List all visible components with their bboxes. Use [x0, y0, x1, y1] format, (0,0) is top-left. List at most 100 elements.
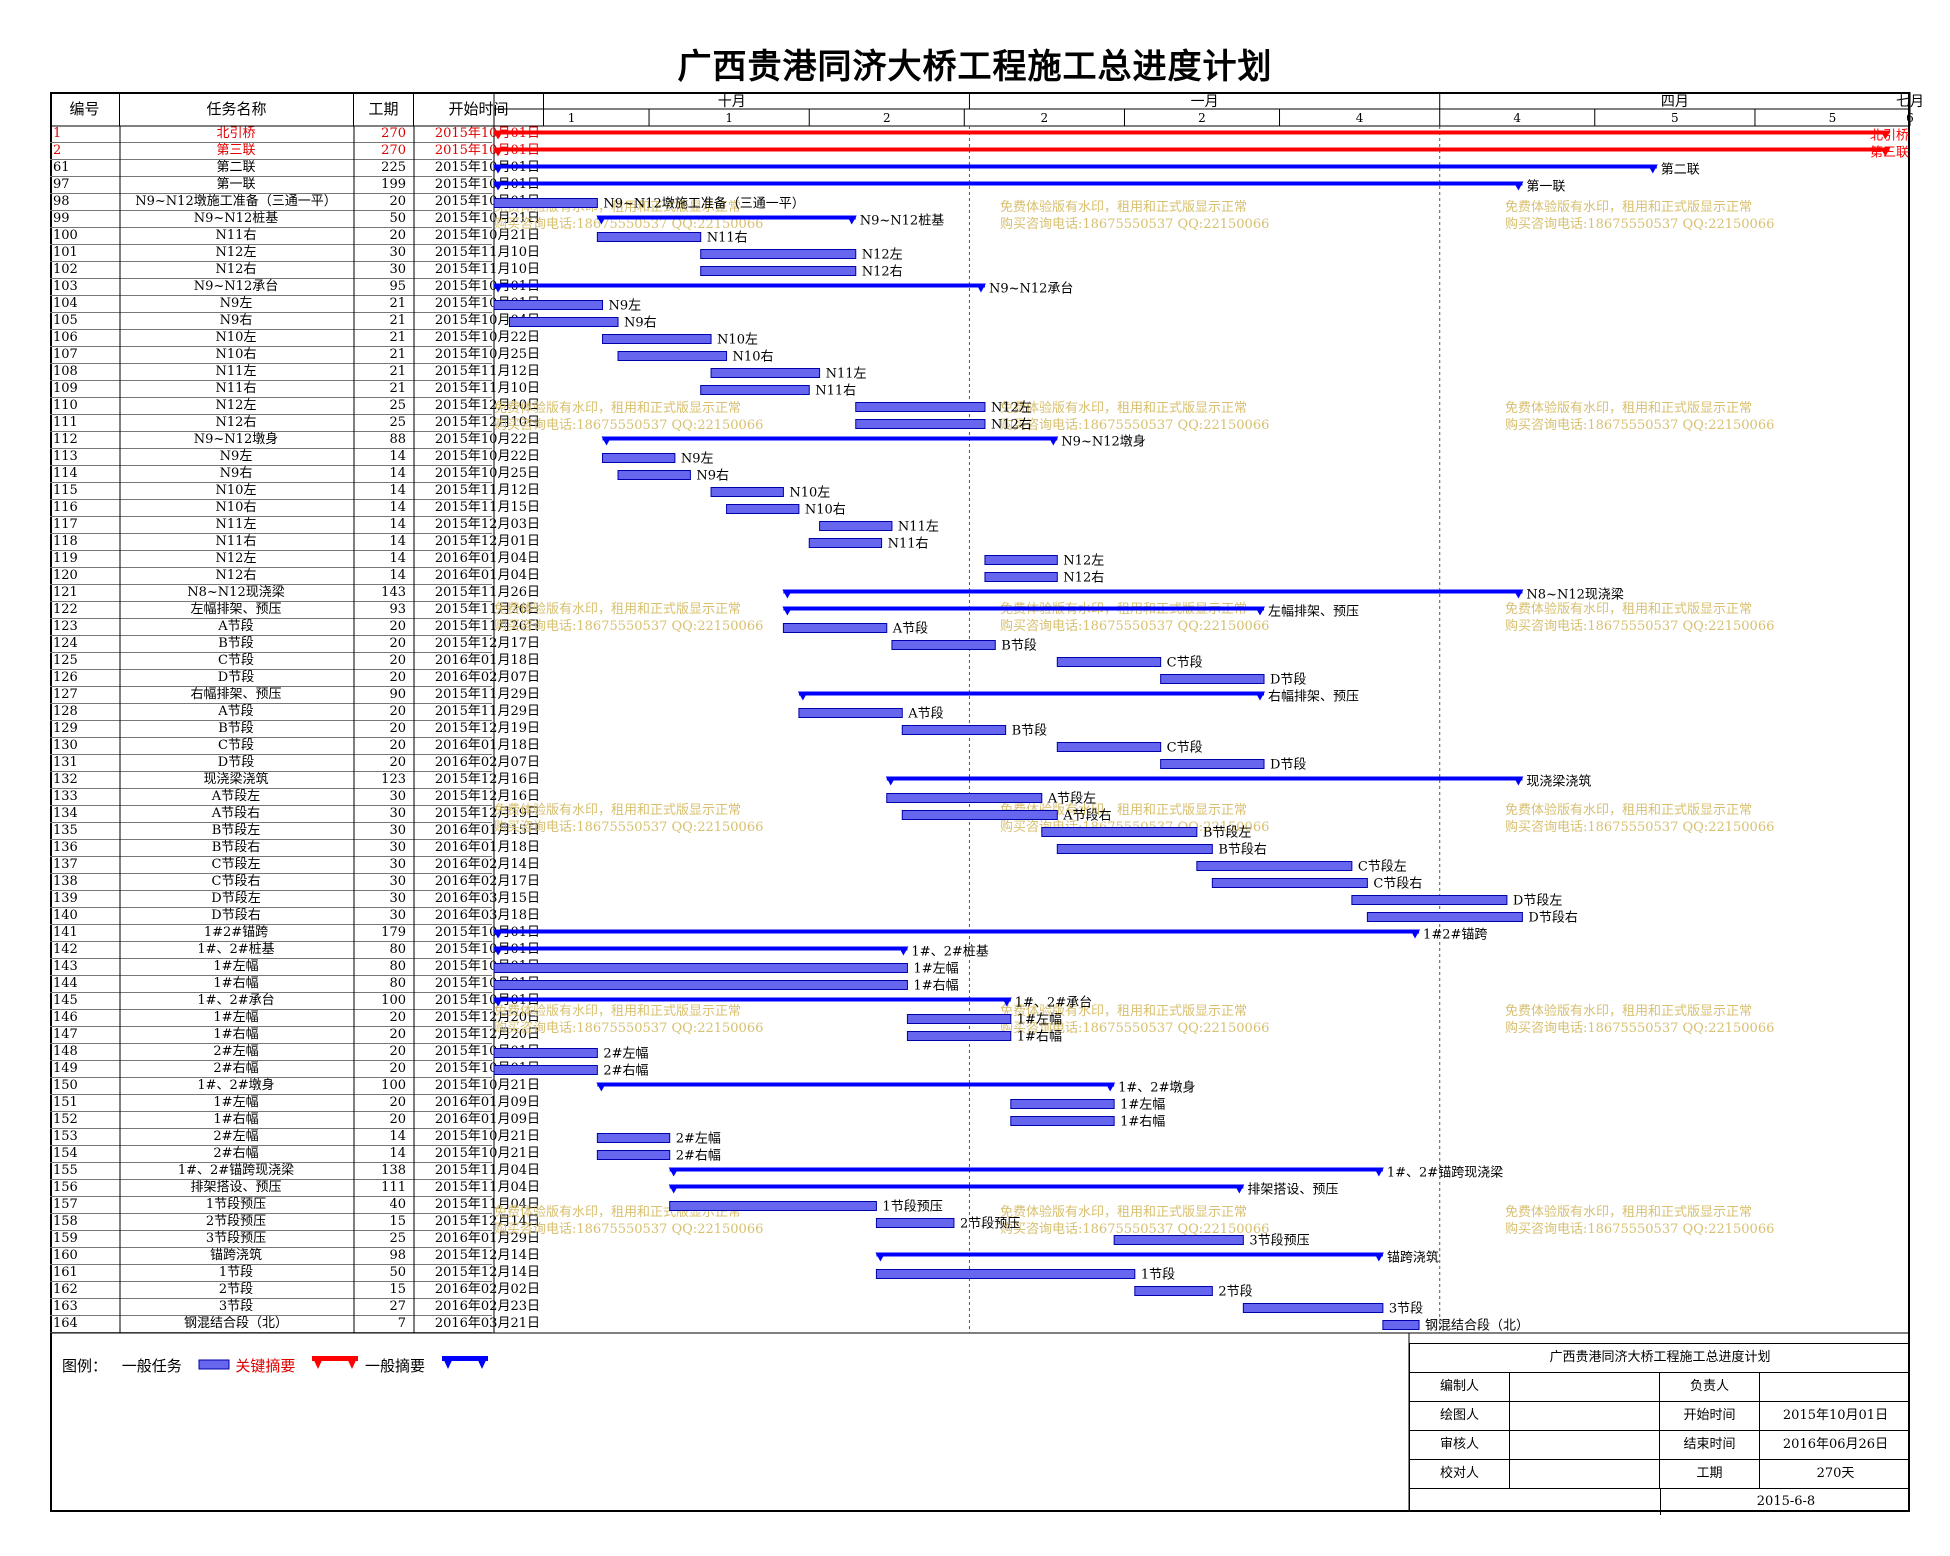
legend-prefix: 图例： [62, 1357, 108, 1375]
title-block-footer: 2015-6-8 [1410, 1489, 1910, 1515]
bar-label: N12左 [862, 248, 903, 263]
summary-start-marker [596, 1082, 607, 1092]
bar-label: N8~N12现浇梁 [1526, 588, 1623, 603]
task-bar [493, 1065, 598, 1075]
bar-label: N9~N12墩施工准备（三通一平） [603, 196, 804, 212]
summary-bar [494, 181, 1523, 186]
bar-label: 第三联 [1870, 146, 1909, 161]
summary-end-marker [898, 946, 909, 956]
task-bar [1196, 861, 1353, 871]
bar-label: D节段 [1270, 758, 1306, 773]
summary-end-marker [1255, 606, 1266, 616]
summary-bar [494, 283, 985, 288]
summary-end-marker [1048, 436, 1059, 446]
bar-label: N10右 [805, 503, 846, 518]
bar-label: 第一联 [1526, 180, 1565, 195]
summary-start-marker [668, 1184, 679, 1194]
info-value: 2016年06月26日 [1782, 1437, 1889, 1452]
summary-end-marker [1513, 181, 1524, 191]
task-bar [710, 487, 784, 497]
task-bar [1351, 895, 1508, 905]
info-value [1510, 1460, 1660, 1488]
legend-task-swatch [197, 1355, 231, 1377]
watermark-text: 购买咨询电话:18675550537 QQ:22150066 [1505, 618, 1774, 634]
task-bar [596, 1133, 671, 1143]
task-bar [669, 1201, 877, 1211]
bar-label: D节段右 [1528, 911, 1577, 926]
bar-label: N12右 [862, 265, 903, 280]
summary-bar [494, 147, 1890, 152]
summary-start-marker [782, 606, 793, 616]
summary-end-marker [1647, 164, 1658, 174]
task-bar [493, 198, 598, 208]
summary-bar [494, 946, 908, 951]
task-bar [1211, 878, 1368, 888]
bar-label: 锚跨浇筑 [1387, 1250, 1439, 1266]
unit-label: 2 [1041, 111, 1049, 125]
task-bar [855, 419, 986, 429]
task-bar [808, 538, 883, 548]
task-bar [596, 232, 702, 242]
summary-bar [602, 436, 1058, 441]
bar-label: 排架搭设、预压 [1247, 1182, 1338, 1198]
watermark-text: 免费体验版有水印，租用和正式版显示正常 [1505, 1204, 1752, 1220]
summary-bar [783, 589, 1523, 594]
bar-label: N9~N12桩基 [860, 214, 944, 229]
summary-bar [783, 606, 1265, 611]
task-bar [700, 385, 810, 395]
unit-label: 4 [1356, 111, 1364, 125]
info-key: 负责人 [1660, 1373, 1760, 1401]
bar-label: 左幅排架、预压 [1268, 605, 1359, 620]
summary-bar [886, 776, 1523, 781]
bar-label: 2#右幅 [676, 1149, 721, 1164]
task-bar [906, 1031, 1012, 1041]
bar-label: N11右 [707, 231, 748, 246]
task-bar [596, 1150, 671, 1160]
info-key: 工期 [1660, 1460, 1760, 1488]
summary-end-marker [846, 215, 857, 225]
info-key: 校对人 [1410, 1460, 1510, 1488]
bar-label: N12左 [1063, 554, 1104, 569]
summary-bar [494, 929, 1420, 934]
task-bar [1041, 827, 1198, 837]
task-bar [602, 334, 712, 344]
bar-label: 1#、2#锚跨现浇梁 [1387, 1166, 1503, 1181]
unit-label: 5 [1671, 111, 1679, 125]
bar-label: 右幅排架、预压 [1268, 690, 1359, 705]
summary-end-marker [1373, 1252, 1384, 1262]
info-value: 270天 [1816, 1466, 1855, 1481]
task-bar [891, 640, 996, 650]
watermark-text: 购买咨询电话:18675550537 QQ:22150066 [1505, 417, 1774, 433]
bar-label: 1#左幅 [1120, 1098, 1165, 1113]
legend-normal-task-label: 一般任务 [121, 1357, 182, 1375]
watermark-text: 购买咨询电话:18675550537 QQ:22150066 [494, 1020, 763, 1036]
bar-label: B节段 [1001, 639, 1037, 654]
summary-end-marker [1234, 1184, 1245, 1194]
bar-label: 1#右幅 [1120, 1115, 1165, 1130]
bar-label: 1#2#锚跨 [1423, 928, 1487, 943]
watermark-text: 购买咨询电话:18675550537 QQ:22150066 [1505, 1020, 1774, 1036]
bar-label: 1#、2#墩身 [1118, 1080, 1195, 1096]
watermark-text: 免费体验版有水印，租用和正式版显示正常 [1505, 400, 1752, 416]
summary-start-marker [797, 691, 808, 701]
task-bar [875, 1218, 955, 1228]
task-bar [1056, 657, 1162, 667]
bar-label: 2节段预压 [960, 1217, 1020, 1232]
task-bar [901, 725, 1007, 735]
summary-end-marker [975, 283, 986, 293]
task-bar [819, 521, 893, 531]
title-block: 广西贵港同济大桥工程施工总进度计划 编制人 负责人 绘图人 开始时间 2015年10月… [1409, 1343, 1910, 1515]
watermark-text: 免费体验版有水印，租用和正式版显示正常 [1000, 199, 1247, 215]
bar-label: 北引桥 [1870, 129, 1909, 144]
summary-end-marker [1410, 929, 1421, 939]
bar-label: 1#右幅 [913, 979, 958, 994]
bar-label: B节段左 [1203, 826, 1252, 841]
bar-label: A节段 [907, 707, 943, 722]
legend-summary-swatch [440, 1354, 490, 1378]
bar-label: 现浇梁浇筑 [1526, 774, 1591, 790]
task-bar [1242, 1303, 1384, 1313]
task-bar [710, 368, 821, 378]
title-block-title: 广西贵港同济大桥工程施工总进度计划 [1410, 1344, 1910, 1373]
summary-bar [669, 1167, 1383, 1172]
watermark-text: 免费体验版有水印，租用和正式版显示正常 [1505, 802, 1752, 818]
